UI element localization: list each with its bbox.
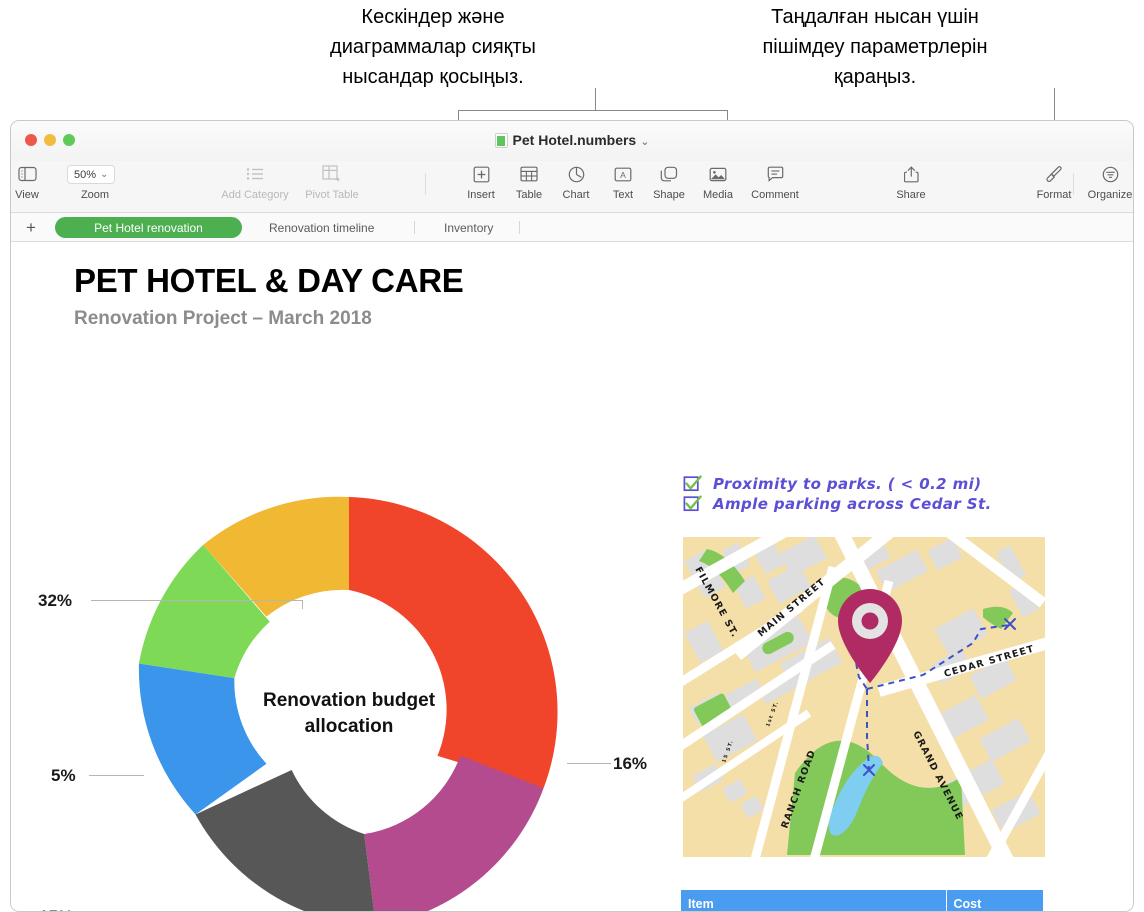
shape-icon <box>660 163 678 185</box>
table-icon <box>520 163 538 185</box>
leader-line-5 <box>89 775 144 776</box>
donut-center-label-line2: allocation <box>305 716 394 737</box>
chevron-down-icon[interactable]: ⌄ <box>640 136 649 148</box>
toolbar-button-add-category[interactable]: Add Category <box>221 163 289 201</box>
toolbar-label-organize: Organize <box>1087 189 1133 201</box>
toolbar-divider-2 <box>1073 173 1074 195</box>
sheet-tab-divider-2 <box>519 221 520 234</box>
page-title: PET HOTEL & DAY CARE <box>74 262 464 299</box>
add-sheet-button[interactable]: + <box>20 217 42 238</box>
callout-left-leader-bar <box>458 110 728 111</box>
handwritten-checklist: Proximity to parks. ( < 0.2 mi) Ample pa… <box>683 475 1053 515</box>
sheet-canvas: PET HOTEL & DAY CARE Renovation Project … <box>11 242 1133 911</box>
toolbar-label-shape: Shape <box>653 189 685 201</box>
callout-left-text: Кескіндер және диаграммалар сияқты нысан… <box>330 6 536 88</box>
toolbar-label-chart: Chart <box>562 189 590 201</box>
toolbar-label-format: Format <box>1036 189 1072 201</box>
donut-label-32: 32% <box>38 591 73 610</box>
toolbar-label-view: View <box>15 189 39 201</box>
donut-slice-fixtures <box>364 755 544 911</box>
sheet-heading-block: PET HOTEL & DAY CARE Renovation Project … <box>74 262 464 330</box>
list-icon <box>246 163 264 185</box>
chevron-down-icon: ⌄ <box>100 169 109 180</box>
insert-icon <box>473 163 490 185</box>
budget-donut-chart[interactable]: Renovation budget allocation <box>119 482 579 911</box>
document-title-text: Pet Hotel.numbers <box>512 132 637 148</box>
media-icon <box>709 163 727 185</box>
table-header-cost[interactable]: Cost <box>945 890 1043 911</box>
callout-left-leader-stem <box>595 88 596 110</box>
leader-line-16 <box>567 763 611 764</box>
donut-label-15: 15% <box>39 907 73 911</box>
checklist-item-proximity[interactable]: Proximity to parks. ( < 0.2 mi) <box>683 475 1053 493</box>
toolbar-label-comment: Comment <box>751 189 799 201</box>
toolbar-label-add-category: Add Category <box>221 189 289 201</box>
checklist-item-parking[interactable]: Ample parking across Cedar St. <box>683 495 1053 513</box>
format-brush-icon <box>1045 163 1063 185</box>
zoom-value: 50% <box>74 168 97 181</box>
page-subtitle: Renovation Project – March 2018 <box>74 308 372 329</box>
toolbar-label-zoom: Zoom <box>80 189 110 201</box>
toolbar-label-text: Text <box>612 189 634 201</box>
toolbar-divider-1 <box>425 173 426 195</box>
toolbar-button-comment[interactable]: Comment <box>741 163 809 201</box>
pivot-table-icon <box>322 163 342 185</box>
zoom-select[interactable]: 50% ⌄ <box>67 165 116 184</box>
toolbar-label-insert: Insert <box>467 189 495 201</box>
toolbar-button-organize[interactable]: Organize <box>1076 163 1133 201</box>
numbers-window: Pet Hotel.numbers ⌄ View 50% ⌄ Zoom Add … <box>10 120 1134 912</box>
donut-center-label-line1: Renovation budget <box>263 690 436 711</box>
donut-slice-cabinetry <box>349 497 558 789</box>
sheet-tab-pet-hotel-renovation[interactable]: Pet Hotel renovation <box>55 217 242 238</box>
table-header-item[interactable]: Item <box>681 890 946 911</box>
donut-label-5: 5% <box>51 766 76 785</box>
checkbox-checked-icon[interactable] <box>683 475 703 493</box>
comment-icon <box>767 163 784 185</box>
sheet-tab-divider-1 <box>414 221 415 234</box>
leader-line-32 <box>91 600 303 601</box>
sheet-tab-renovation-timeline[interactable]: Renovation timeline <box>255 217 388 238</box>
svg-text:A: A <box>620 170 626 180</box>
location-map-image[interactable]: FILMORE ST. MAIN STREET CEDAR STREET GRA… <box>683 537 1045 857</box>
sidebar-icon <box>17 163 37 185</box>
sheet-tab-bar: + Pet Hotel renovation Renovation timeli… <box>11 213 1133 242</box>
leader-tick-32 <box>302 600 303 609</box>
numbers-document-icon <box>494 133 508 148</box>
checklist-label-proximity: Proximity to parks. ( < 0.2 mi) <box>713 475 982 493</box>
toolbar-button-view[interactable]: View <box>11 163 61 201</box>
toolbar: View 50% ⌄ Zoom Add Category Pivot Table… <box>11 161 1133 213</box>
toolbar-label-table: Table <box>515 189 543 201</box>
sheet-tab-inventory[interactable]: Inventory <box>430 217 507 238</box>
share-icon <box>903 163 919 185</box>
checkbox-checked-icon[interactable] <box>683 495 703 513</box>
window-titlebar: Pet Hotel.numbers ⌄ <box>11 121 1133 161</box>
toolbar-button-share[interactable]: Share <box>877 163 945 201</box>
toolbar-label-pivot-table: Pivot Table <box>305 189 359 201</box>
donut-label-16: 16% <box>613 754 648 773</box>
chart-icon <box>568 163 585 185</box>
cost-table[interactable]: Item Cost Design consultation fees $1,50… <box>681 890 1043 911</box>
toolbar-label-media: Media <box>703 189 733 201</box>
organize-icon <box>1102 163 1119 185</box>
toolbar-label-share: Share <box>896 189 926 201</box>
callout-right-text: Таңдалған нысан үшін пішімдеу параметрле… <box>762 6 988 88</box>
toolbar-button-pivot-table[interactable]: Pivot Table <box>298 163 366 201</box>
text-icon: A <box>614 163 632 185</box>
table-header-row: Item Cost <box>681 890 1043 911</box>
checklist-label-parking: Ample parking across Cedar St. <box>713 495 992 513</box>
document-title[interactable]: Pet Hotel.numbers ⌄ <box>11 132 1133 148</box>
